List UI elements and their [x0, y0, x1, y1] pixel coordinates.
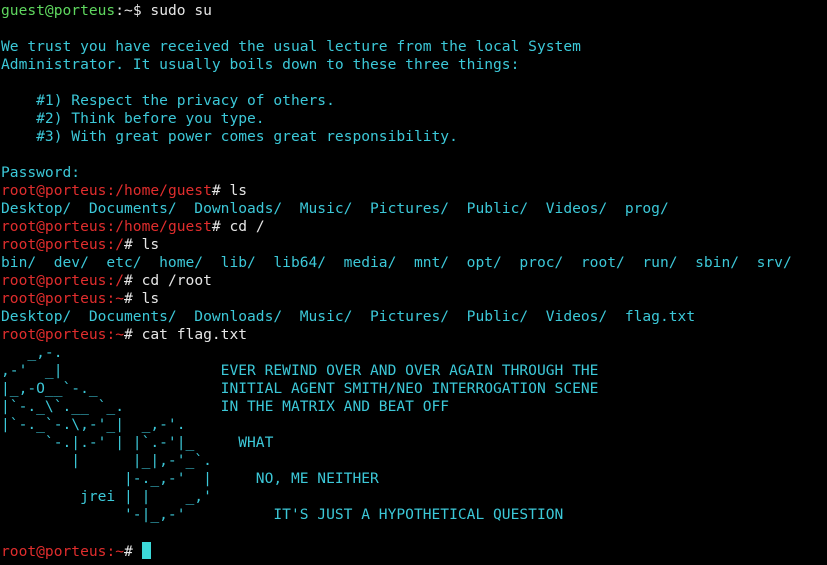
- output-line: Desktop/ Documents/ Downloads/ Music/ Pi…: [1, 308, 792, 326]
- ascii-art-text: |`-._`-.\,-'_| _,-'.: [1, 416, 186, 433]
- prompt-user-host: root@porteus: [1, 218, 107, 235]
- prompt-separator: :: [106, 543, 116, 560]
- ascii-art-line: `-.|.-' | |`.-'|_ WHAT: [1, 434, 792, 452]
- prompt-symbol: #: [124, 272, 142, 289]
- prompt-path: /home/guest: [115, 218, 212, 235]
- prompt-separator: :: [106, 272, 116, 289]
- prompt-path: ~: [124, 2, 133, 19]
- output-line: Administrator. It usually boils down to …: [1, 56, 792, 74]
- command-text: sudo su: [150, 2, 212, 19]
- command-text: cd /root: [141, 272, 212, 289]
- ascii-art-text: |_,-O__`-._ INITIAL AGENT SMITH/NEO INTE…: [1, 380, 599, 397]
- prompt-path: /home/guest: [115, 182, 212, 199]
- ascii-art-line: ,-' _| EVER REWIND OVER AND OVER AGAIN T…: [1, 362, 792, 380]
- ascii-art-text: `-.|.-' | |`.-'|_ WHAT: [1, 434, 274, 451]
- prompt-path: ~: [115, 290, 125, 307]
- terminal-output[interactable]: guest@porteus:~$ sudo su We trust you hav…: [1, 2, 792, 560]
- prompt-user-host: root@porteus: [1, 236, 107, 253]
- prompt-line: guest@porteus:~$ sudo su: [1, 2, 792, 20]
- output-text: #3) With great power comes great respons…: [1, 128, 458, 145]
- prompt-line: root@porteus:/home/guest# ls: [1, 182, 792, 200]
- output-text: #1) Respect the privacy of others.: [1, 92, 335, 109]
- output-line: We trust you have received the usual lec…: [1, 38, 792, 56]
- output-line: #2) Think before you type.: [1, 110, 792, 128]
- prompt-symbol: $: [132, 2, 151, 19]
- output-line: #1) Respect the privacy of others.: [1, 92, 792, 110]
- command-text: ls: [141, 290, 160, 307]
- prompt-symbol: #: [124, 290, 142, 307]
- prompt-path: ~: [115, 326, 125, 343]
- prompt-separator: :: [106, 182, 116, 199]
- prompt-symbol: #: [211, 218, 230, 235]
- prompt-user-host: root@porteus: [1, 543, 107, 560]
- ascii-art-line: jrei | | _,': [1, 488, 792, 506]
- ascii-art-line: |`-._`-.\,-'_| _,-'.: [1, 416, 792, 434]
- prompt-path: /: [115, 272, 125, 289]
- prompt-line: root@porteus:~# ls: [1, 290, 792, 308]
- prompt-separator: :: [106, 218, 116, 235]
- output-line: #3) With great power comes great respons…: [1, 128, 792, 146]
- prompt-separator: :: [106, 236, 116, 253]
- output-text: Password:: [1, 164, 81, 181]
- ascii-art-text: | |_|,-'_`.: [1, 452, 212, 469]
- ascii-art-text: |`-._\`.__ `_. IN THE MATRIX AND BEAT OF…: [1, 398, 450, 415]
- output-text: Administrator. It usually boils down to …: [1, 56, 520, 73]
- ascii-art-line: |_,-O__`-._ INITIAL AGENT SMITH/NEO INTE…: [1, 380, 792, 398]
- ascii-art-text: _,-.: [1, 344, 63, 361]
- ascii-art-text: |-._,-' | NO, ME NEITHER: [1, 470, 379, 487]
- prompt-user-host: root@porteus: [1, 182, 107, 199]
- ascii-art-line: | |_|,-'_`.: [1, 452, 792, 470]
- prompt-user-host: guest@porteus: [1, 2, 116, 19]
- prompt-path: /: [115, 236, 125, 253]
- command-text: cat flag.txt: [141, 326, 248, 343]
- prompt-user-host: root@porteus: [1, 326, 107, 343]
- prompt-line: root@porteus:~# cat flag.txt: [1, 326, 792, 344]
- output-text: bin/ dev/ etc/ home/ lib/ lib64/ media/ …: [1, 254, 792, 271]
- prompt-separator: :: [106, 290, 116, 307]
- ascii-art-line: |`-._\`.__ `_. IN THE MATRIX AND BEAT OF…: [1, 398, 792, 416]
- command-text: ls: [229, 182, 248, 199]
- output-line: Password:: [1, 164, 792, 182]
- output-line: Desktop/ Documents/ Downloads/ Music/ Pi…: [1, 200, 792, 218]
- prompt-line: root@porteus:/# cd /root: [1, 272, 792, 290]
- prompt-symbol: #: [124, 543, 142, 560]
- prompt-symbol: #: [124, 326, 142, 343]
- command-text: ls: [141, 236, 160, 253]
- ascii-art-text: jrei | | _,': [1, 488, 212, 505]
- prompt-line: root@porteus:~#: [1, 542, 792, 560]
- prompt-user-host: root@porteus: [1, 290, 107, 307]
- command-text: cd /: [229, 218, 265, 235]
- ascii-art-line: '-|_,-' IT'S JUST A HYPOTHETICAL QUESTIO…: [1, 506, 792, 524]
- ascii-art-text: '-|_,-' IT'S JUST A HYPOTHETICAL QUESTIO…: [1, 506, 564, 523]
- prompt-separator: :: [115, 2, 125, 19]
- ascii-art-line: |-._,-' | NO, ME NEITHER: [1, 470, 792, 488]
- ascii-art-line: _,-.: [1, 344, 792, 362]
- output-line: bin/ dev/ etc/ home/ lib/ lib64/ media/ …: [1, 254, 792, 272]
- terminal-cursor[interactable]: [141, 542, 151, 559]
- prompt-line: root@porteus:/# ls: [1, 236, 792, 254]
- output-text: Desktop/ Documents/ Downloads/ Music/ Pi…: [1, 200, 669, 217]
- prompt-symbol: #: [211, 182, 230, 199]
- output-text: #2) Think before you type.: [1, 110, 265, 127]
- prompt-symbol: #: [124, 236, 142, 253]
- ascii-art-text: ,-' _| EVER REWIND OVER AND OVER AGAIN T…: [1, 362, 599, 379]
- prompt-user-host: root@porteus: [1, 272, 107, 289]
- prompt-path: ~: [115, 543, 125, 560]
- output-text: We trust you have received the usual lec…: [1, 38, 581, 55]
- prompt-separator: :: [106, 326, 116, 343]
- output-text: Desktop/ Documents/ Downloads/ Music/ Pi…: [1, 308, 696, 325]
- prompt-line: root@porteus:/home/guest# cd /: [1, 218, 792, 236]
